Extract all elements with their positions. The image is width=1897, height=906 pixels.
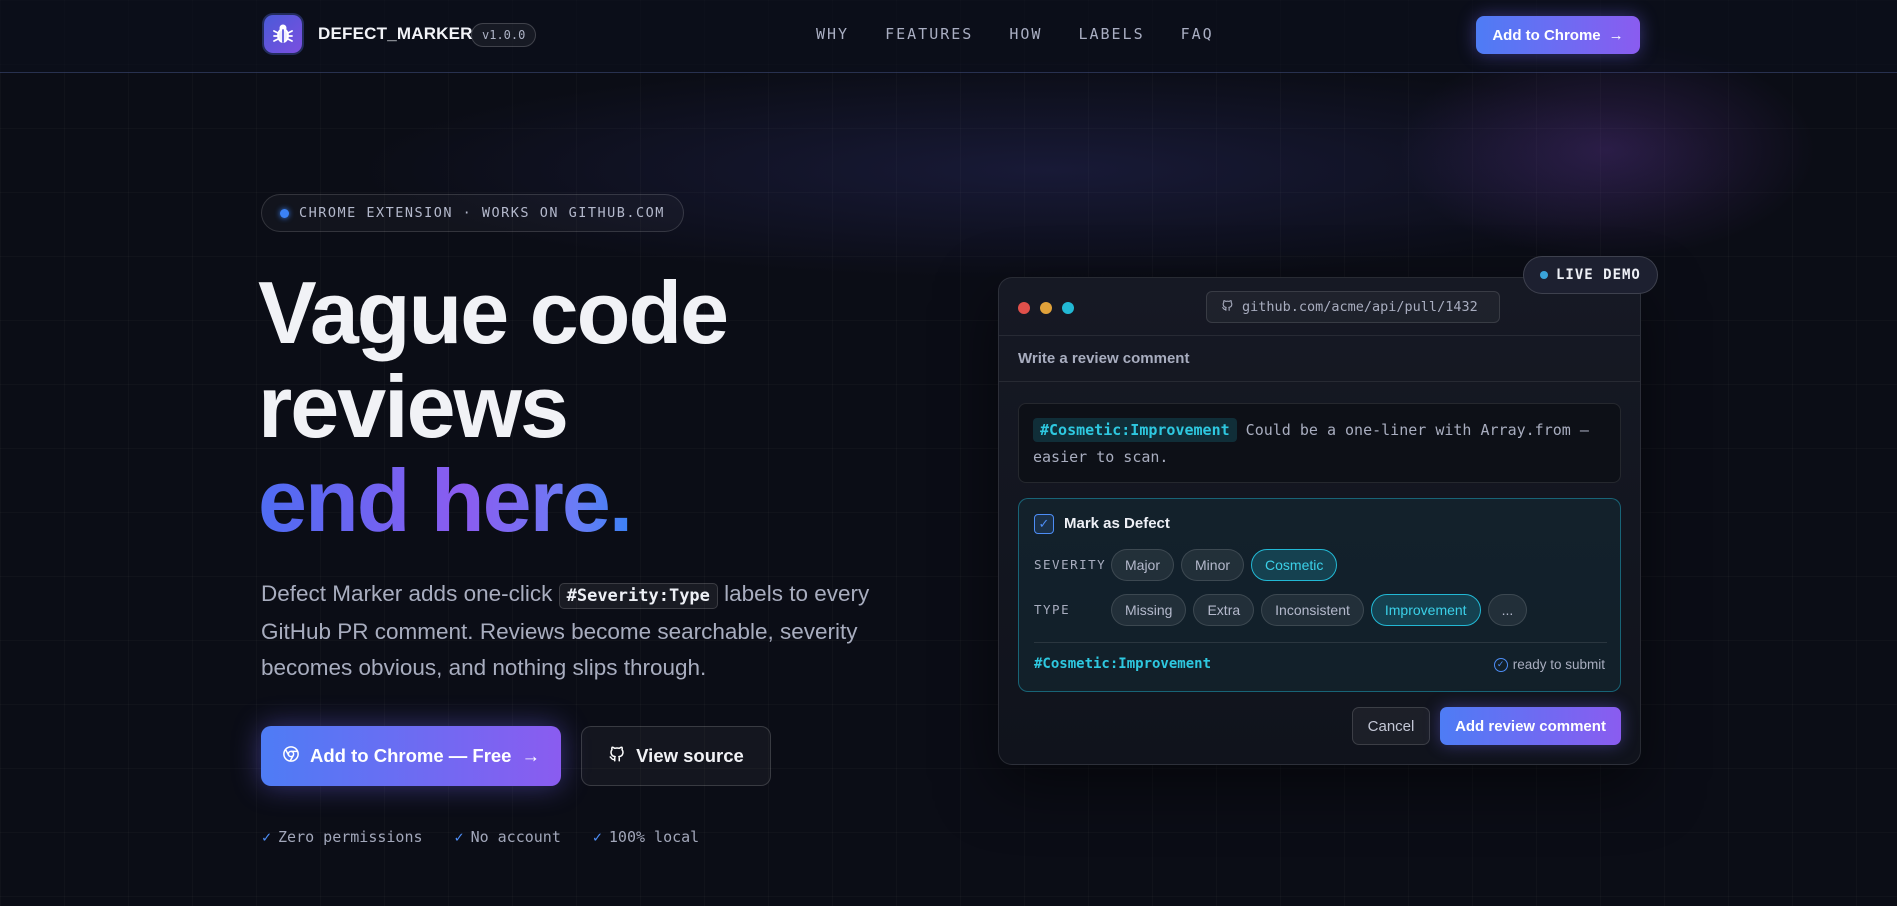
live-dot-icon [1540, 271, 1548, 279]
ready-status-text: ready to submit [1512, 657, 1605, 672]
github-icon [1221, 299, 1234, 316]
add-to-chrome-free-label: Add to Chrome — Free [310, 745, 512, 766]
check-item: ✓ 100% local [593, 828, 699, 846]
demo-window: github.com/acme/api/pull/1432 Write a re… [998, 277, 1641, 765]
check-label: No account [470, 828, 561, 846]
type-label: TYPE [1034, 602, 1071, 617]
background-glow-purple [1397, 40, 1817, 260]
type-chip-more[interactable]: ... [1487, 594, 1528, 626]
view-source-label: View source [636, 745, 744, 766]
checkmark-icon: ✓ [454, 828, 464, 846]
arrow-right-icon: → [1608, 26, 1624, 44]
comment-label-tag: #Cosmetic:Improvement [1033, 418, 1237, 442]
type-chip-missing[interactable]: Missing [1111, 594, 1187, 626]
severity-options: Major Minor Cosmetic [1111, 549, 1338, 581]
view-source-button[interactable]: View source [581, 726, 771, 786]
chrome-icon [282, 745, 300, 768]
type-chip-inconsistent[interactable]: Inconsistent [1261, 594, 1364, 626]
checkmark-icon: ✓ [592, 828, 602, 846]
live-demo-label: LIVE DEMO [1556, 267, 1641, 283]
ready-status: ✓ ready to submit [1493, 657, 1605, 672]
severity-chip-cosmetic[interactable]: Cosmetic [1251, 549, 1338, 581]
check-label: Zero permissions [278, 828, 423, 846]
add-to-chrome-free-button[interactable]: Add to Chrome — Free → [261, 726, 561, 786]
arrow-right-icon: → [521, 745, 540, 766]
panel-divider [1034, 642, 1607, 643]
headline-line-2: reviews [258, 357, 569, 456]
review-comment-textarea[interactable]: #Cosmetic:Improvement Could be a one-lin… [1018, 403, 1621, 483]
check-circle-icon: ✓ [1493, 657, 1508, 672]
window-close-dot [1018, 302, 1030, 314]
status-dot-icon [280, 208, 289, 218]
lead-text-start: Defect Marker adds one-click [261, 581, 559, 606]
live-demo-badge: LIVE DEMO [1523, 256, 1658, 294]
bug-logo-icon[interactable] [264, 15, 302, 53]
check-label: 100% local [608, 828, 700, 846]
lead-code: #Severity:Type [558, 583, 718, 609]
url-bar: github.com/acme/api/pull/1432 [1206, 291, 1500, 323]
headline-line-3: end here. [258, 451, 633, 550]
nav-links: WHY FEATURES HOW LABELS FAQ [816, 25, 1214, 43]
headline-line-1: Vague code [258, 263, 729, 362]
window-minimize-dot [1040, 302, 1052, 314]
checkmark-icon: ✓ [262, 828, 272, 846]
check-item: ✓ No account [455, 828, 561, 846]
cancel-button[interactable]: Cancel [1352, 707, 1430, 745]
severity-label: SEVERITY [1034, 557, 1107, 572]
type-chip-extra[interactable]: Extra [1193, 594, 1255, 626]
nav-link-labels[interactable]: LABELS [1078, 25, 1144, 43]
type-chip-improvement[interactable]: Improvement [1370, 594, 1481, 626]
url-text: github.com/acme/api/pull/1432 [1242, 299, 1478, 315]
add-review-comment-button[interactable]: Add review comment [1440, 707, 1621, 745]
nav-link-how[interactable]: HOW [1009, 25, 1042, 43]
hero-badge-text: CHROME EXTENSION · WORKS ON GITHUB.COM [299, 205, 665, 221]
hero-lead: Defect Marker adds one-click #Severity:T… [261, 576, 901, 686]
defect-panel: ✓ Mark as Defect SEVERITY Major Minor Co… [1018, 498, 1621, 692]
type-options: Missing Extra Inconsistent Improvement .… [1111, 594, 1528, 626]
add-to-chrome-nav-label: Add to Chrome [1492, 26, 1601, 44]
add-to-chrome-nav-button[interactable]: Add to Chrome → [1476, 16, 1640, 54]
check-item: ✓ Zero permissions [262, 828, 423, 846]
nav-link-features[interactable]: FEATURES [885, 25, 973, 43]
github-icon [608, 745, 626, 768]
background-glow [350, 60, 1750, 280]
generated-label-tag: #Cosmetic:Improvement [1034, 656, 1212, 672]
hero-badge: CHROME EXTENSION · WORKS ON GITHUB.COM [261, 194, 684, 232]
nav-link-faq[interactable]: FAQ [1181, 25, 1214, 43]
top-nav: DEFECT_MARKER v1.0.0 WHY FEATURES HOW LA… [0, 0, 1897, 73]
window-maximize-dot [1062, 302, 1074, 314]
severity-chip-major[interactable]: Major [1111, 549, 1175, 581]
version-badge: v1.0.0 [471, 23, 537, 47]
mark-as-defect-checkbox[interactable]: ✓ [1034, 514, 1054, 534]
mark-as-defect-label: Mark as Defect [1064, 515, 1170, 532]
feature-checks: ✓ Zero permissions ✓ No account ✓ 100% l… [262, 828, 699, 846]
severity-chip-minor[interactable]: Minor [1181, 549, 1245, 581]
brand-name[interactable]: DEFECT_MARKER [318, 24, 473, 44]
review-section-title: Write a review comment [999, 336, 1640, 382]
hero-headline: Vague code reviews end here. [258, 266, 958, 548]
nav-link-why[interactable]: WHY [816, 25, 849, 43]
